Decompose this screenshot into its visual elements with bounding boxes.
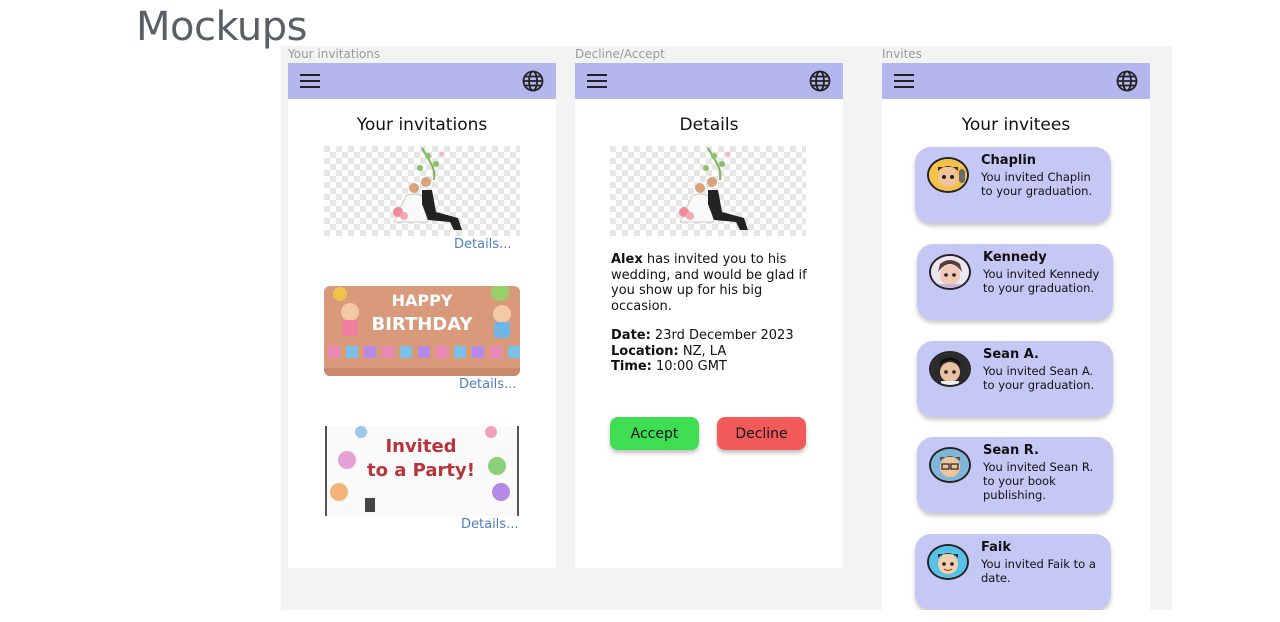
frame-label-invites: Invites xyxy=(882,47,922,61)
location-value: NZ, LA xyxy=(678,343,727,359)
details-link-1[interactable]: Details... xyxy=(454,237,511,252)
time-value: 10:00 GMT xyxy=(651,359,727,374)
invitations-screen: Your invitations Details... HAPPY BIRTHD… xyxy=(288,63,556,568)
invitee-name: Chaplin xyxy=(981,153,1037,168)
invitee-description: You invited Faik to a date. xyxy=(981,557,1096,585)
svg-text:to a Party!: to a Party! xyxy=(367,460,475,481)
accept-button[interactable]: Accept xyxy=(610,417,699,450)
location-label: Location: xyxy=(611,343,679,359)
avatar xyxy=(929,447,971,483)
date-value: 23rd December 2023 xyxy=(650,328,794,343)
date-label: Date: xyxy=(611,328,651,343)
globe-icon[interactable] xyxy=(522,70,544,92)
globe-icon[interactable] xyxy=(809,70,831,92)
frame-label-invitations: Your invitations xyxy=(288,47,381,61)
app-bar xyxy=(288,63,556,99)
app-bar xyxy=(882,63,1150,99)
details-link-2[interactable]: Details... xyxy=(459,377,516,392)
invitees-screen: Your invitees Chaplin You invited Chapli… xyxy=(882,63,1150,610)
birthday-banner-line-1: HAPPY xyxy=(392,291,453,310)
invitee-name: Sean R. xyxy=(983,443,1039,458)
decline-button[interactable]: Decline xyxy=(717,417,806,450)
invitee-description: You invited Kennedy to your graduation. xyxy=(983,267,1100,295)
birthday-card-image[interactable]: HAPPY BIRTHDAY xyxy=(324,286,520,376)
menu-icon[interactable] xyxy=(894,74,914,88)
app-bar xyxy=(575,63,843,99)
wedding-couple-image[interactable] xyxy=(324,146,520,236)
screen-title: Details xyxy=(679,115,739,135)
host-name: Alex xyxy=(611,252,643,267)
invitee-description: You invited Sean R. to your book publish… xyxy=(983,460,1094,502)
screen-title: Your invitations xyxy=(356,115,488,135)
svg-text:Invited: Invited xyxy=(385,436,456,457)
frame-label-decline-accept: Decline/Accept xyxy=(575,47,665,61)
invitee-name: Faik xyxy=(981,540,1011,555)
menu-icon[interactable] xyxy=(587,74,607,88)
invitee-description: You invited Sean A. to your graduation. xyxy=(983,364,1095,392)
invitee-card[interactable]: Chaplin You invited Chaplin to your grad… xyxy=(915,147,1111,223)
avatar xyxy=(929,351,971,387)
wedding-couple-image xyxy=(610,146,806,236)
globe-icon[interactable] xyxy=(1116,70,1138,92)
avatar xyxy=(929,254,971,290)
invitee-name: Kennedy xyxy=(983,250,1047,265)
invitee-card[interactable]: Kennedy You invited Kennedy to your grad… xyxy=(917,244,1113,320)
avatar xyxy=(927,157,969,193)
invitee-description: You invited Chaplin to your graduation. xyxy=(981,170,1093,198)
invitation-message: Alex has invited you to his wedding, and… xyxy=(611,252,811,314)
event-info: Date: 23rd December 2023 Location: NZ, L… xyxy=(611,328,811,375)
invitee-name: Sean A. xyxy=(983,347,1039,362)
invitee-card[interactable]: Sean R. You invited Sean R. to your book… xyxy=(917,437,1113,513)
birthday-banner-line-2: BIRTHDAY xyxy=(372,314,474,335)
slide-title: Mockups xyxy=(136,4,308,50)
invitee-card[interactable]: Faik You invited Faik to a date. xyxy=(915,534,1111,610)
avatar xyxy=(927,544,969,580)
time-label: Time: xyxy=(611,359,652,374)
invitee-card[interactable]: Sean A. You invited Sean A. to your grad… xyxy=(917,341,1113,417)
details-link-3[interactable]: Details... xyxy=(461,517,518,532)
details-screen: Details Alex has invited you to his wedd… xyxy=(575,63,843,568)
screen-title: Your invitees xyxy=(961,115,1071,135)
menu-icon[interactable] xyxy=(300,74,320,88)
party-card-image[interactable]: Invited to a Party! xyxy=(325,426,519,516)
